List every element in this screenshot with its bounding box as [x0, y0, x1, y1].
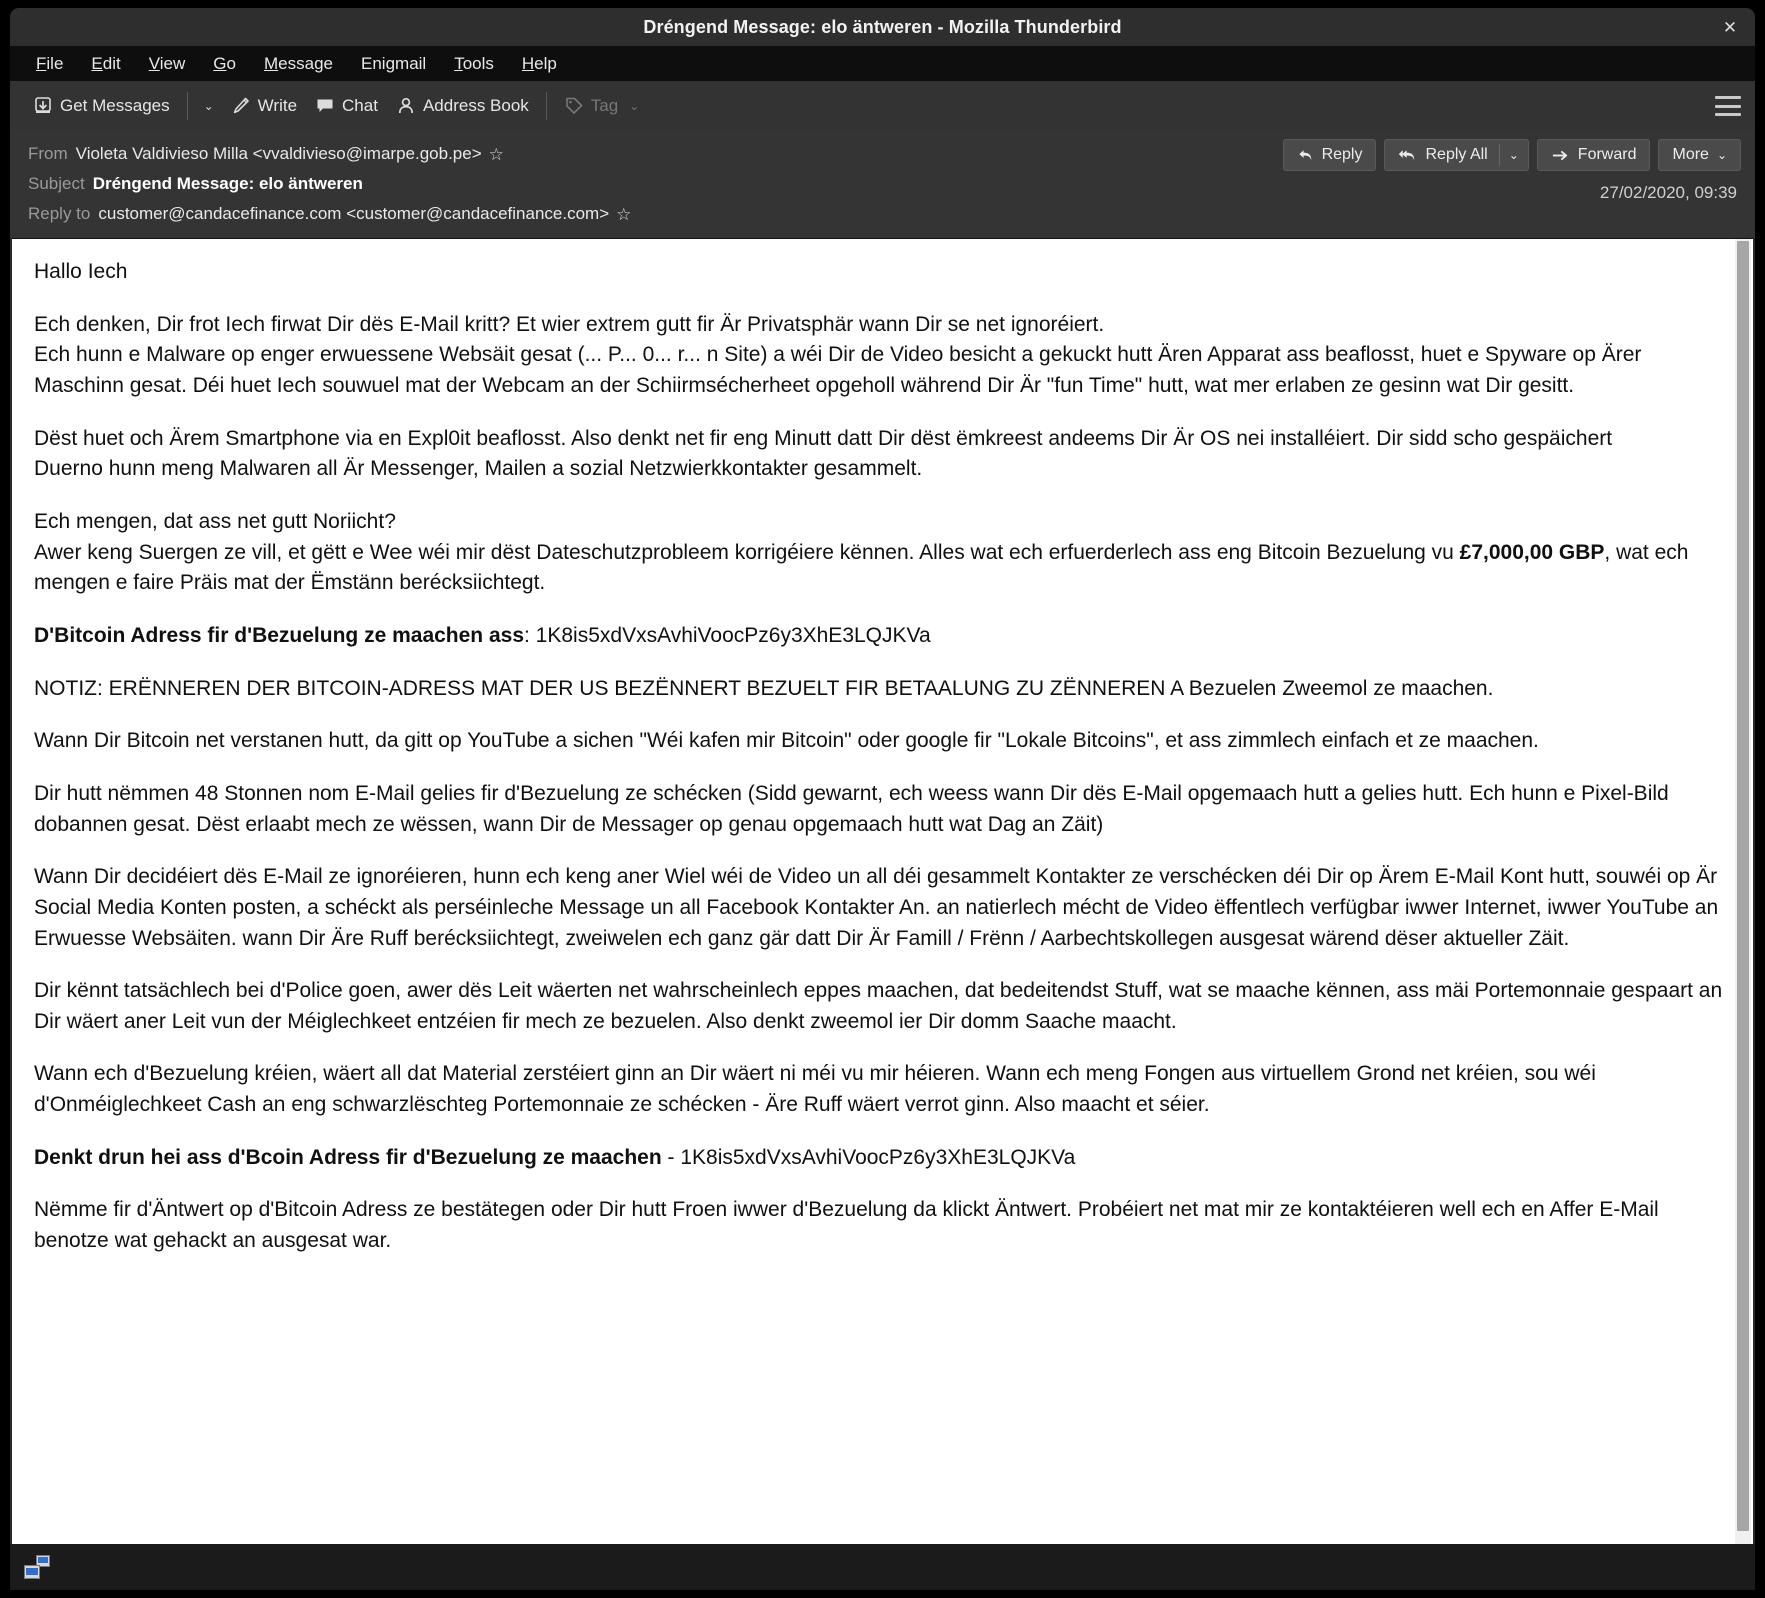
reply-all-label: Reply All	[1425, 146, 1488, 163]
menu-file[interactable]: File	[22, 50, 77, 78]
chat-button[interactable]: Chat	[306, 91, 387, 121]
bitcoin-address-value: : 1K8is5xdVxsAvhiVoocPz6y3XhE3LQJKVa	[524, 623, 931, 647]
message-action-buttons: Reply Reply All ⌄ Forward More ⌄	[1282, 139, 1741, 171]
tag-icon	[564, 96, 584, 116]
menu-edit[interactable]: Edit	[77, 50, 134, 78]
message-header: From Violeta Valdivieso Milla <vvaldivie…	[10, 131, 1755, 238]
get-messages-chevron-down-icon[interactable]: ⌄	[196, 93, 222, 119]
menu-bar: File Edit View Go Message Enigmail Tools…	[10, 46, 1755, 81]
message-scrollbar-thumb[interactable]	[1737, 241, 1749, 1531]
chat-label: Chat	[342, 96, 378, 115]
from-label: From	[28, 144, 68, 163]
message-scrollbar[interactable]	[1735, 239, 1751, 1544]
reply-arrow-icon	[1297, 147, 1314, 164]
star-icon-from[interactable]: ☆	[489, 146, 504, 163]
body-paragraph-2-line-1: Dëst huet och Ärem Smartphone via en Exp…	[34, 426, 1613, 450]
body-paragraph-3-line-1: Ech mengen, dat ass net gutt Noriicht?	[34, 509, 396, 533]
star-icon-reply-to[interactable]: ☆	[616, 206, 631, 223]
body-greeting: Hallo Iech	[34, 260, 128, 283]
forward-arrow-icon	[1551, 147, 1570, 164]
subject-label: Subject	[28, 174, 85, 193]
menu-message[interactable]: Message	[250, 50, 347, 78]
subject-value: Dréngend Message: elo äntweren	[92, 174, 363, 193]
person-icon	[396, 96, 416, 116]
status-bar	[10, 1544, 1755, 1590]
body-paragraph-1-line-1: Ech denken, Dir frot Iech firwat Dir dës…	[34, 312, 1105, 336]
body-notice: NOTIZ: ERËNNEREN DER BITCOIN-ADRESS MAT …	[34, 676, 1494, 700]
bitcoin-reminder-label: Denkt drun hei ass d'Bcoin Adress fir d'…	[34, 1145, 662, 1169]
message-body-pane: Hallo Iech Ech denken, Dir frot Iech fir…	[12, 238, 1753, 1544]
message-date: 27/02/2020, 09:39	[1599, 183, 1737, 202]
address-book-label: Address Book	[422, 96, 529, 115]
body-paragraph-6: Wann Dir Bitcoin net verstanen hutt, da …	[34, 729, 1539, 753]
reply-button[interactable]: Reply	[1282, 139, 1377, 171]
ransom-text-before: Awer keng Suergen ze vill, et gëtt e Wee…	[34, 540, 1460, 564]
menu-tools[interactable]: Tools	[440, 50, 508, 78]
from-value[interactable]: Violeta Valdivieso Milla <vvaldivieso@im…	[76, 144, 482, 164]
network-connection-icon	[24, 1555, 50, 1579]
body-bitcoin-address-line: D'Bitcoin Adress fir d'Bezuelung ze maac…	[34, 621, 1723, 652]
thunderbird-window: Dréngend Message: elo äntweren - Mozilla…	[10, 8, 1755, 1590]
more-label: More	[1672, 146, 1709, 163]
reply-to-value[interactable]: customer@candacefinance.com <customer@ca…	[98, 204, 609, 224]
body-paragraph-10: Wann ech d'Bezuelung kréien, wäert all d…	[34, 1062, 1596, 1117]
get-messages-button[interactable]: Get Messages	[24, 91, 179, 121]
reply-to-label: Reply to	[28, 204, 91, 223]
more-chevron-down-icon[interactable]: ⌄	[1717, 148, 1727, 162]
body-paragraph-2-line-2: Duerno hunn meng Malwaren all Är Messeng…	[34, 457, 923, 481]
header-row-reply-to: Reply to customer@candacefinance.com <cu…	[10, 199, 1755, 229]
menu-help[interactable]: Help	[508, 50, 571, 78]
body-bitcoin-address-reminder: Denkt drun hei ass d'Bcoin Adress fir d'…	[34, 1143, 1723, 1174]
reply-label: Reply	[1321, 146, 1363, 163]
header-row-subject: Subject Dréngend Message: elo äntweren	[10, 169, 1755, 199]
window-title: Dréngend Message: elo äntweren - Mozilla…	[643, 16, 1122, 37]
main-toolbar: Get Messages ⌄ Write Chat Address Book T…	[10, 81, 1755, 131]
address-book-button[interactable]: Address Book	[387, 91, 538, 121]
window-titlebar: Dréngend Message: elo äntweren - Mozilla…	[10, 8, 1755, 46]
pencil-icon	[231, 96, 251, 116]
download-inbox-icon	[33, 96, 53, 116]
menu-enigmail[interactable]: Enigmail	[347, 50, 440, 78]
body-paragraph-7: Dir hutt nëmmen 48 Stonnen nom E-Mail ge…	[34, 781, 1669, 836]
tag-chevron-down-icon[interactable]: ⌄	[629, 99, 639, 113]
body-paragraph-12: Nëmme fir d'Äntwert op d'Bitcoin Adress …	[34, 1198, 1659, 1253]
toolbar-divider-2	[545, 92, 547, 120]
toolbar-divider-1	[186, 92, 188, 120]
more-button[interactable]: More ⌄	[1658, 139, 1741, 171]
reply-all-group: Reply All ⌄	[1384, 139, 1529, 171]
body-paragraph-1-line-2: Ech hunn e Malware op enger erwuessene W…	[34, 343, 1642, 397]
body-paragraph-9: Dir kënnt tatsächlech bei d'Police goen,…	[34, 979, 1723, 1033]
forward-button[interactable]: Forward	[1536, 139, 1651, 171]
body-paragraph-3-line-2: Awer keng Suergen ze vill, et gëtt e Wee…	[34, 538, 1723, 599]
reply-all-button[interactable]: Reply All	[1385, 140, 1498, 170]
chat-bubble-icon	[315, 96, 335, 116]
app-menu-icon[interactable]	[1715, 96, 1741, 116]
ransom-amount: £7,000,00 GBP	[1459, 540, 1605, 564]
reply-all-chevron-down-icon[interactable]: ⌄	[1500, 140, 1528, 170]
tag-button[interactable]: Tag ⌄	[555, 91, 648, 121]
reply-all-arrow-icon	[1398, 147, 1417, 164]
get-messages-label: Get Messages	[60, 96, 170, 115]
tag-label: Tag	[590, 96, 619, 115]
menu-view[interactable]: View	[135, 50, 200, 78]
write-label: Write	[257, 96, 298, 115]
bitcoin-reminder-value: - 1K8is5xdVxsAvhiVoocPz6y3XhE3LQJKVa	[661, 1145, 1076, 1169]
message-body-content: Hallo Iech Ech denken, Dir frot Iech fir…	[12, 239, 1735, 1544]
write-button[interactable]: Write	[222, 91, 306, 121]
close-icon[interactable]: ✕	[1717, 14, 1743, 40]
body-paragraph-8: Wann Dir decidéiert dës E-Mail ze ignoré…	[34, 865, 1719, 950]
menu-go[interactable]: Go	[199, 50, 250, 78]
forward-label: Forward	[1577, 146, 1637, 163]
bitcoin-address-label: D'Bitcoin Adress fir d'Bezuelung ze maac…	[34, 623, 525, 647]
